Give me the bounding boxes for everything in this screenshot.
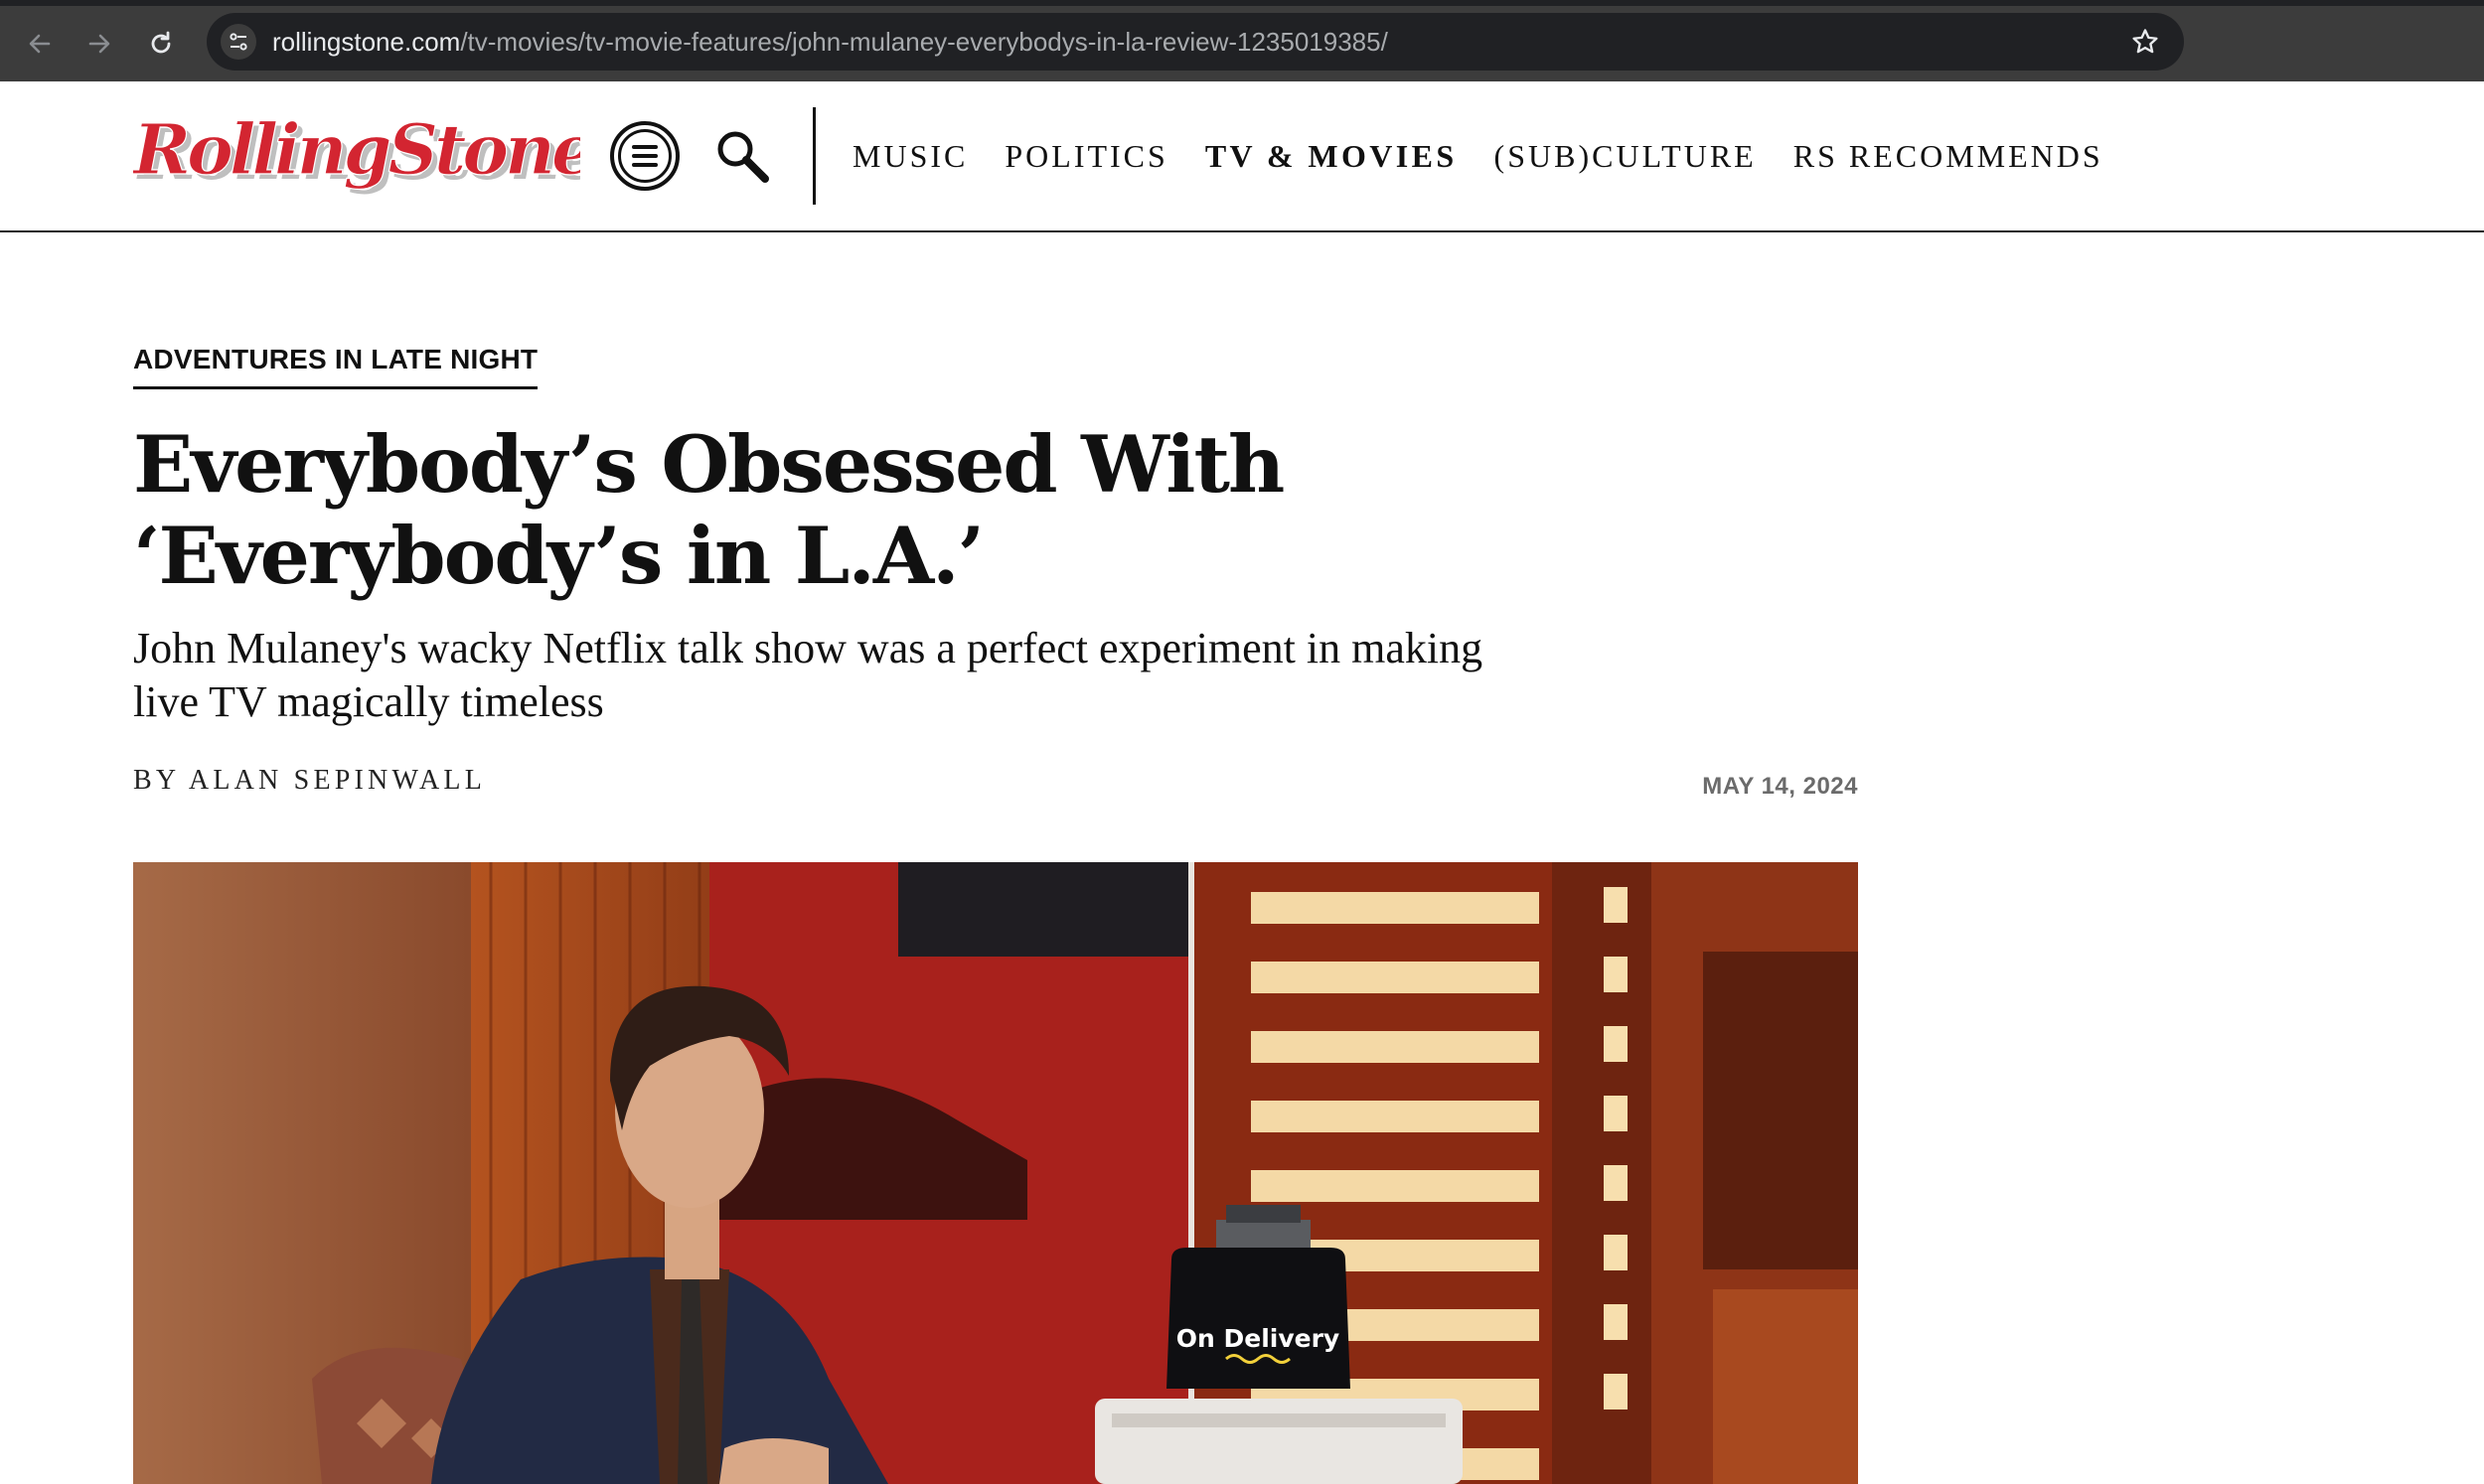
article-headline: Everybody’s Obsessed With ‘Everybody’s i… [133, 418, 1285, 602]
menu-button[interactable] [610, 121, 680, 191]
site-header: RollingStone RollingStone MUSIC POLITICS… [0, 81, 2484, 232]
url-text[interactable]: rollingstone.com/tv-movies/tv-movie-feat… [272, 28, 1388, 56]
nav-rs-recommends[interactable]: RS RECOMMENDS [1793, 136, 2103, 176]
reload-icon [151, 31, 171, 54]
article-byline[interactable]: BY ALAN SEPINWALL [133, 765, 486, 797]
header-divider [813, 107, 816, 205]
url-domain: rollingstone.com [272, 27, 461, 57]
nav-tv-movies[interactable]: TV & MOVIES [1205, 136, 1458, 176]
search-button[interactable] [711, 125, 775, 189]
nav-music[interactable]: MUSIC [853, 136, 968, 176]
svg-text:RollingStone: RollingStone [133, 108, 580, 191]
on-delivery-screen-text: On Delivery [1176, 1324, 1339, 1353]
back-button[interactable] [18, 22, 62, 66]
nav-subculture[interactable]: (SUB)CULTURE [1494, 136, 1757, 176]
nav-politics[interactable]: POLITICS [1005, 136, 1167, 176]
tune-icon [230, 33, 247, 51]
url-path: /tv-movies/tv-movie-features/john-mulane… [460, 27, 1388, 57]
hamburger-icon [618, 129, 672, 183]
site-info-button[interactable] [221, 24, 256, 60]
forward-button[interactable] [78, 22, 121, 66]
browser-toolbar: rollingstone.com/tv-movies/tv-movie-feat… [0, 0, 2484, 81]
article-dek: John Mulaney's wacky Netflix talk show w… [133, 624, 1483, 726]
reload-button[interactable] [139, 22, 183, 66]
bookmark-button[interactable] [2128, 25, 2162, 59]
rolling-stone-logo[interactable]: RollingStone RollingStone [130, 107, 602, 208]
article-kicker[interactable]: ADVENTURES IN LATE NIGHT [133, 344, 539, 389]
main-nav: MUSIC POLITICS TV & MOVIES (SUB)CULTURE … [853, 136, 2103, 176]
arrow-right-icon [88, 34, 110, 54]
publish-date: MAY 14, 2024 [1702, 773, 1858, 800]
star-icon [2132, 29, 2158, 54]
search-icon [717, 131, 769, 183]
address-bar[interactable]: rollingstone.com/tv-movies/tv-movie-feat… [207, 13, 2184, 71]
logo-wordmark: RollingStone RollingStone [130, 107, 602, 196]
hero-illustration: On Delivery [133, 862, 1858, 1484]
arrow-left-icon [29, 34, 51, 54]
hero-image: On Delivery [133, 862, 1858, 1484]
